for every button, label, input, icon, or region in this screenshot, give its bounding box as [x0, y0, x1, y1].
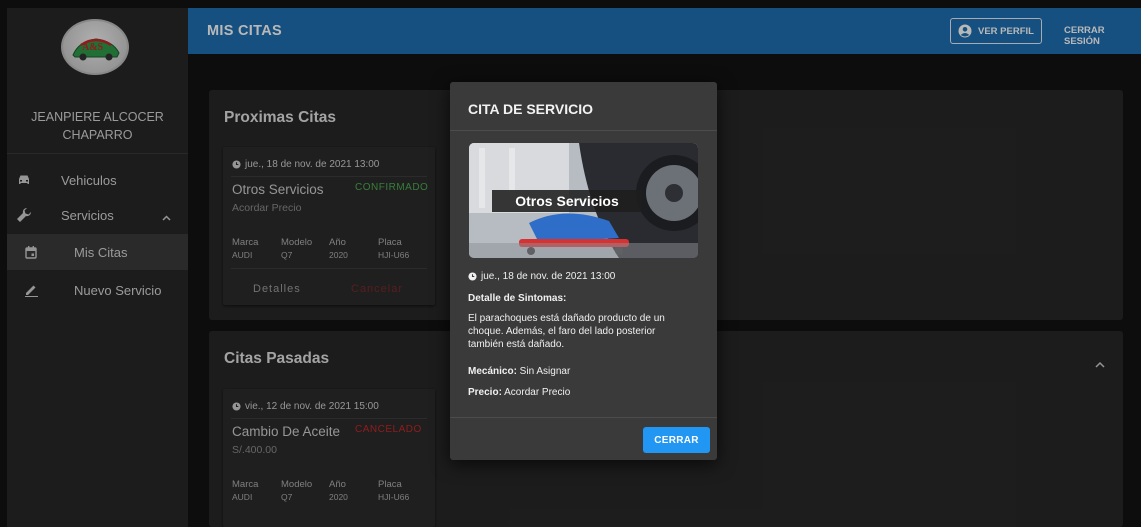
price-label: Precio:	[468, 387, 502, 398]
clock-icon	[468, 272, 477, 281]
symptoms-line: también está dañado.	[468, 339, 565, 350]
price-value: Acordar Precio	[501, 387, 571, 398]
dialog-date-text: jue., 18 de nov. de 2021 13:00	[481, 271, 616, 282]
service-appointment-dialog: CITA DE SERVICIO Otros Servicios jue., 1…	[450, 82, 717, 460]
mechanic-info: Mecánico: Sin Asignar	[468, 365, 708, 378]
price-info: Precio: Acordar Precio	[468, 386, 708, 399]
service-image: Otros Servicios	[469, 143, 698, 258]
dialog-divider	[450, 130, 717, 131]
symptoms-text: El parachoques está dañado producto de u…	[468, 312, 708, 351]
symptoms-line: El parachoques está dañado producto de u…	[468, 313, 665, 324]
app-frame: A&S JEANPIERE ALCOCER CHAPARRO Vehiculos…	[0, 0, 1141, 527]
service-image-label: Otros Servicios	[492, 190, 642, 212]
dialog-divider	[450, 417, 717, 418]
symptoms-label: Detalle de Sintomas:	[468, 293, 567, 304]
mechanic-value: Sin Asignar	[516, 366, 571, 377]
dialog-date: jue., 18 de nov. de 2021 13:00	[468, 271, 615, 282]
symptoms-line: choque. Además, el faro del lado posteri…	[468, 326, 656, 337]
mechanic-label: Mecánico:	[468, 366, 517, 377]
dialog-title: CITA DE SERVICIO	[468, 101, 593, 117]
close-button[interactable]: CERRAR	[643, 427, 710, 453]
